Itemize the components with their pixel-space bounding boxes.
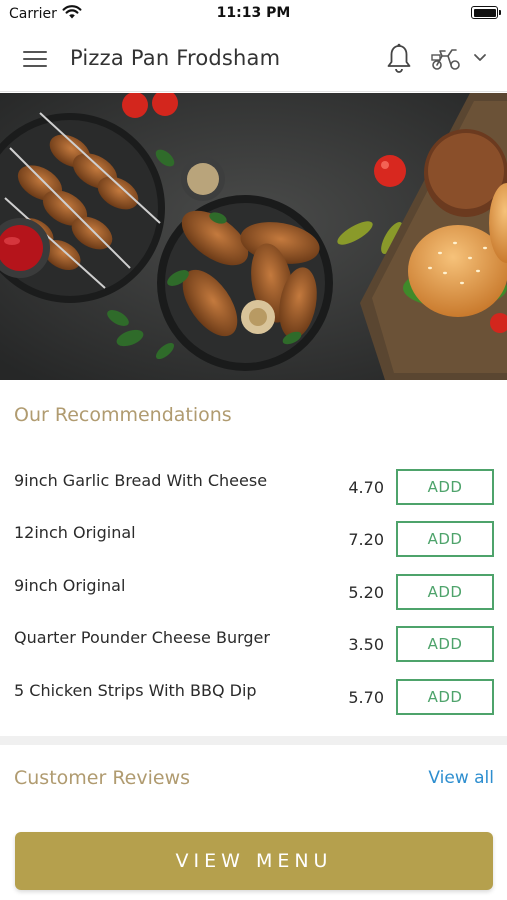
item-name: 9inch Original — [14, 576, 126, 595]
menu-icon[interactable] — [23, 50, 47, 69]
food-banner-illustration — [0, 93, 507, 380]
page-title: Pizza Pan Frodsham — [70, 46, 281, 70]
reviews-title: Customer Reviews — [14, 767, 191, 789]
status-bar: Carrier 11:13 PM — [0, 0, 507, 28]
battery-icon — [471, 6, 501, 19]
list-item: 9inch Garlic Bread With Cheese 4.70 ADD — [0, 469, 507, 521]
add-button[interactable]: ADD — [396, 626, 494, 662]
view-menu-button[interactable]: VIEW MENU — [15, 832, 493, 890]
bell-icon[interactable] — [385, 43, 413, 75]
add-button[interactable]: ADD — [396, 521, 494, 557]
view-all-link[interactable]: View all — [428, 768, 494, 788]
item-price: 3.50 — [348, 635, 384, 654]
app-header: Pizza Pan Frodsham — [0, 28, 507, 92]
item-name: 12inch Original — [14, 523, 136, 542]
scooter-icon[interactable] — [430, 46, 462, 72]
item-price: 5.70 — [348, 688, 384, 707]
status-time: 11:13 PM — [216, 5, 291, 21]
list-item: 9inch Original 5.20 ADD — [0, 574, 507, 626]
add-button[interactable]: ADD — [396, 574, 494, 610]
section-divider — [0, 736, 507, 745]
list-item: 12inch Original 7.20 ADD — [0, 521, 507, 573]
item-price: 5.20 — [348, 583, 384, 602]
food-banner-image — [0, 93, 507, 380]
list-item: Quarter Pounder Cheese Burger 3.50 ADD — [0, 626, 507, 678]
chevron-down-icon[interactable] — [473, 53, 487, 63]
add-button[interactable]: ADD — [396, 469, 494, 505]
item-name: 9inch Garlic Bread With Cheese — [14, 471, 268, 490]
item-price: 4.70 — [348, 478, 384, 497]
recommendations-title: Our Recommendations — [14, 404, 232, 426]
item-name: 5 Chicken Strips With BBQ Dip — [14, 681, 257, 700]
add-button[interactable]: ADD — [396, 679, 494, 715]
list-item: 5 Chicken Strips With BBQ Dip 5.70 ADD — [0, 679, 507, 731]
item-price: 7.20 — [348, 530, 384, 549]
item-name: Quarter Pounder Cheese Burger — [14, 628, 270, 647]
